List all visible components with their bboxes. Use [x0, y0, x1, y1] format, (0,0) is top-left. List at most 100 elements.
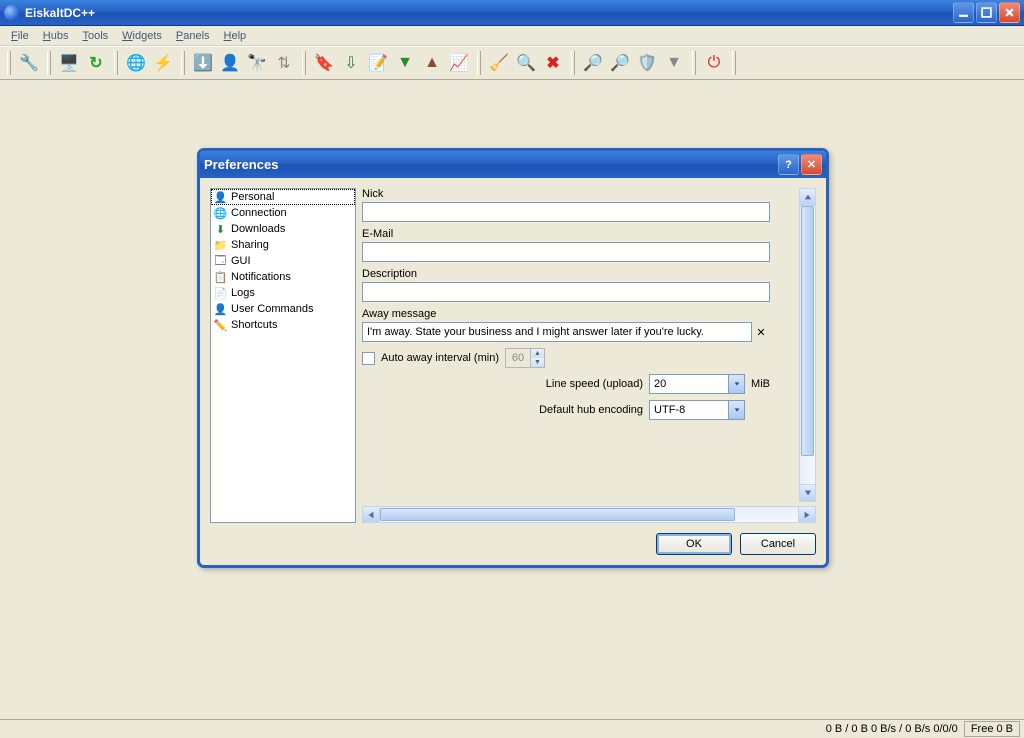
description-input[interactable] — [362, 282, 770, 302]
toolbar-handle[interactable] — [7, 51, 11, 75]
menu-help[interactable]: Help — [217, 28, 254, 44]
line-speed-value: 20 — [650, 378, 728, 390]
cancel-button[interactable]: Cancel — [740, 533, 816, 555]
scroll-track[interactable] — [380, 507, 798, 522]
note-icon[interactable]: 📝 — [366, 51, 390, 75]
filter-icon[interactable]: ▼ — [662, 51, 686, 75]
email-label: E-Mail — [362, 228, 770, 240]
toolbar-handle[interactable] — [732, 51, 736, 75]
toolbar-handle[interactable] — [181, 51, 185, 75]
globe-icon[interactable]: 🌐 — [124, 51, 148, 75]
toolbar-handle[interactable] — [692, 51, 696, 75]
menubar: File Hubs Tools Widgets Panels Help — [0, 26, 1024, 46]
close-button[interactable] — [999, 2, 1020, 23]
shield-icon[interactable]: 🛡️ — [635, 51, 659, 75]
binoculars-icon[interactable]: 🔭 — [245, 51, 269, 75]
folder-icon: 📁 — [214, 239, 227, 252]
auto-away-label: Auto away interval (min) — [381, 352, 499, 364]
chevron-down-icon[interactable] — [728, 401, 744, 419]
category-logs[interactable]: 📄Logs — [211, 285, 355, 301]
star-add-icon[interactable]: 🔖 — [312, 51, 336, 75]
clear-icon[interactable]: ✕ — [752, 326, 770, 339]
toolbar-handle[interactable] — [571, 51, 575, 75]
preferences-dialog: Preferences ? ✕ 👤Personal 🌐 Connection ⬇D… — [197, 148, 829, 568]
encoding-value: UTF-8 — [650, 404, 728, 416]
email-input[interactable] — [362, 242, 770, 262]
category-label: Shortcuts — [231, 319, 277, 331]
maximize-button[interactable] — [976, 2, 997, 23]
dialog-titlebar[interactable]: Preferences ? ✕ — [200, 151, 826, 178]
toolbar-handle[interactable] — [114, 51, 118, 75]
menu-hubs[interactable]: Hubs — [36, 28, 76, 44]
hat-icon[interactable]: ▲ — [420, 51, 444, 75]
status-stats: 0 B / 0 B 0 B/s / 0 B/s 0/0/0 — [826, 723, 958, 735]
menu-panels[interactable]: Panels — [169, 28, 217, 44]
menu-widgets[interactable]: Widgets — [115, 28, 169, 44]
ok-button[interactable]: OK — [656, 533, 732, 555]
dialog-close-button[interactable]: ✕ — [801, 154, 822, 175]
toolbar-handle[interactable] — [302, 51, 306, 75]
scroll-down-button[interactable] — [800, 484, 815, 501]
zoom-in-icon[interactable]: 🔎 — [581, 51, 605, 75]
window-icon: 🗔 — [214, 255, 227, 268]
nick-input[interactable] — [362, 202, 770, 222]
scroll-thumb[interactable] — [380, 508, 735, 521]
dialog-help-button[interactable]: ? — [778, 154, 799, 175]
category-label: Notifications — [231, 271, 291, 283]
user-icon: 👤 — [214, 303, 227, 316]
encoding-combo[interactable]: UTF-8 — [649, 400, 745, 420]
auto-away-checkbox[interactable] — [362, 352, 375, 365]
encoding-label: Default hub encoding — [539, 404, 643, 416]
broom-icon[interactable]: 🧹 — [487, 51, 511, 75]
status-free-space: Free 0 B — [964, 721, 1020, 737]
away-message-input[interactable] — [362, 322, 752, 342]
form-horizontal-scrollbar[interactable] — [362, 506, 816, 523]
refresh-icon[interactable]: ↻ — [84, 51, 108, 75]
speed-icon[interactable]: 📈 — [447, 51, 471, 75]
category-connection[interactable]: 🌐 Connection — [211, 205, 355, 221]
category-personal[interactable]: 👤Personal — [211, 189, 355, 205]
chevron-down-icon[interactable]: ▼ — [531, 358, 544, 367]
chevron-up-icon[interactable]: ▲ — [531, 349, 544, 358]
menu-file[interactable]: File — [4, 28, 36, 44]
scroll-left-button[interactable] — [363, 507, 380, 522]
scroll-right-button[interactable] — [798, 507, 815, 522]
category-shortcuts[interactable]: ✏️Shortcuts — [211, 317, 355, 333]
auto-away-spinner[interactable]: 60 ▲▼ — [505, 348, 545, 368]
category-label: Downloads — [231, 223, 285, 235]
zoom-out-icon[interactable]: 🔎 — [608, 51, 632, 75]
statusbar: 0 B / 0 B 0 B/s / 0 B/s 0/0/0 Free 0 B — [0, 719, 1024, 738]
chevron-down-icon[interactable] — [728, 375, 744, 393]
main-titlebar: EiskaltDC++ — [0, 0, 1024, 26]
menu-tools[interactable]: Tools — [75, 28, 115, 44]
category-sharing[interactable]: 📁Sharing — [211, 237, 355, 253]
category-downloads[interactable]: ⬇Downloads — [211, 221, 355, 237]
minimize-button[interactable] — [953, 2, 974, 23]
scroll-up-button[interactable] — [800, 189, 815, 206]
scroll-thumb[interactable] — [801, 206, 814, 456]
import-icon[interactable]: ⇩ — [339, 51, 363, 75]
category-gui[interactable]: 🗔GUI — [211, 253, 355, 269]
download-icon[interactable]: ⬇️ — [191, 51, 215, 75]
category-user-commands[interactable]: 👤User Commands — [211, 301, 355, 317]
tools-icon[interactable]: 🔧 — [17, 51, 41, 75]
app-title: EiskaltDC++ — [25, 6, 953, 20]
preferences-category-list[interactable]: 👤Personal 🌐 Connection ⬇Downloads 📁Sharin… — [210, 188, 356, 523]
bolt-icon[interactable]: ⚡ — [151, 51, 175, 75]
app-icon — [4, 5, 20, 21]
scroll-track[interactable] — [800, 206, 815, 484]
toolbar-handle[interactable] — [477, 51, 481, 75]
delete-icon[interactable]: ✖ — [541, 51, 565, 75]
sort-icon[interactable]: ⇅ — [272, 51, 296, 75]
search-icon[interactable]: 🔍 — [514, 51, 538, 75]
category-label: Connection — [231, 207, 287, 219]
down-arrow-icon[interactable]: ▼ — [393, 51, 417, 75]
globe-icon: 🌐 — [214, 207, 227, 220]
toolbar-handle[interactable] — [47, 51, 51, 75]
category-notifications[interactable]: 📋Notifications — [211, 269, 355, 285]
form-vertical-scrollbar[interactable] — [799, 188, 816, 502]
monitor-icon[interactable]: 🖥️ — [57, 51, 81, 75]
power-icon[interactable]: ⏻ — [702, 51, 726, 75]
line-speed-combo[interactable]: 20 — [649, 374, 745, 394]
user-icon[interactable]: 👤 — [218, 51, 242, 75]
